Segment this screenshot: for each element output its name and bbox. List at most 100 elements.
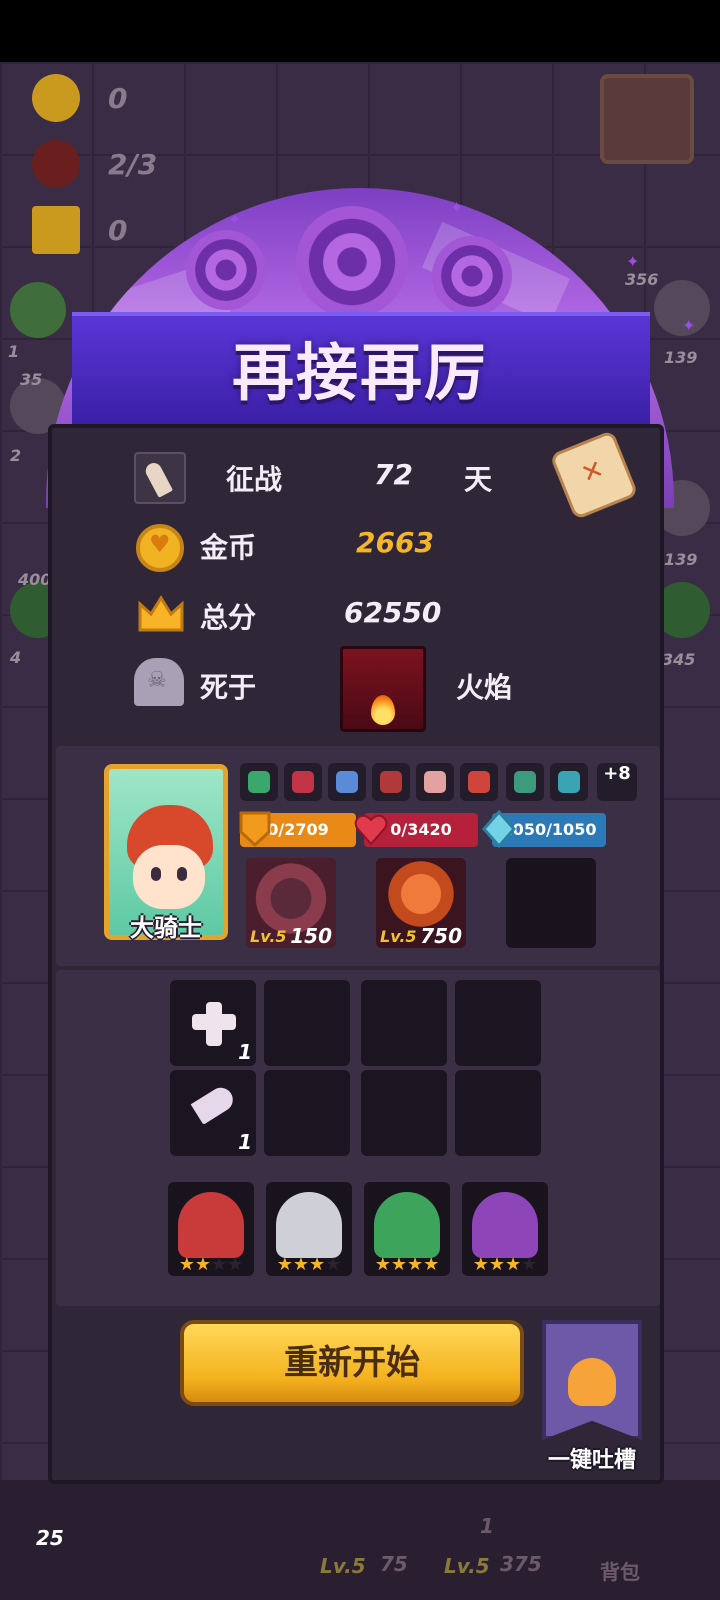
relic-icon bbox=[248, 771, 270, 793]
ally-card[interactable]: ★★★★ bbox=[168, 1182, 254, 1276]
relic-slot[interactable] bbox=[328, 763, 366, 801]
death-cause-tile bbox=[340, 646, 426, 732]
death-label: 死于 bbox=[200, 671, 257, 704]
inventory-slot[interactable] bbox=[455, 1070, 541, 1156]
bg-stat-demon: 2/3 bbox=[108, 148, 158, 181]
hero-name: 大骑士 bbox=[130, 914, 202, 942]
side-number: 139 bbox=[664, 550, 698, 569]
gold-value: 2663 bbox=[356, 526, 434, 559]
dock-mid-level: Lv.5 bbox=[320, 1554, 366, 1578]
score-value: 62550 bbox=[344, 596, 442, 629]
knife-icon bbox=[190, 1083, 238, 1125]
relic-slot[interactable] bbox=[460, 763, 498, 801]
ally-card[interactable]: ★★★★ bbox=[462, 1182, 548, 1276]
relic-icon bbox=[468, 771, 490, 793]
shield-icon bbox=[239, 811, 271, 848]
chest-icon[interactable] bbox=[600, 74, 694, 164]
hero-portrait bbox=[133, 845, 205, 909]
bg-stat-gold: 0 bbox=[108, 82, 128, 115]
skill-value: 150 bbox=[290, 924, 332, 948]
ally-stars: ★★★★ bbox=[178, 1254, 244, 1275]
target-ring-icon bbox=[186, 230, 266, 310]
dock-right-count: 1 bbox=[480, 1514, 494, 1538]
diamond-icon bbox=[482, 810, 516, 848]
inventory-section bbox=[56, 970, 660, 1306]
restart-button[interactable]: 重新开始 bbox=[180, 1320, 524, 1406]
inventory-slot[interactable]: 1 bbox=[170, 980, 256, 1066]
relic-icon bbox=[424, 771, 446, 793]
page-title: 再接再厉 bbox=[231, 336, 488, 409]
dock-mid-value: 75 bbox=[380, 1552, 408, 1576]
ally-card[interactable]: ★★★★ bbox=[364, 1182, 450, 1276]
gold-coin-icon bbox=[136, 524, 184, 572]
heart-coin-icon bbox=[32, 74, 80, 122]
chat-bubble-icon bbox=[568, 1358, 616, 1406]
bag-label: 背包 bbox=[600, 1560, 640, 1584]
skill-value: 750 bbox=[420, 924, 462, 948]
inventory-slot[interactable] bbox=[264, 980, 350, 1066]
knight-helmet-icon bbox=[276, 1192, 342, 1258]
sparkle-icon: ✦ bbox=[450, 198, 464, 217]
inventory-slot[interactable] bbox=[361, 1070, 447, 1156]
target-ring-icon bbox=[296, 206, 408, 318]
side-number: 2 bbox=[10, 446, 22, 465]
ally-stars: ★★★★ bbox=[374, 1254, 440, 1275]
skill-slot[interactable]: Lv.5 150 bbox=[246, 858, 336, 948]
ally-stars: ★★★★ bbox=[276, 1254, 342, 1275]
relic-slot[interactable] bbox=[284, 763, 322, 801]
skill-slot[interactable]: Lv.5 750 bbox=[376, 858, 466, 948]
feedback-label[interactable]: 一键吐槽 bbox=[540, 1442, 644, 1474]
days-unit: 天 bbox=[464, 463, 493, 496]
days-value: 72 bbox=[374, 458, 413, 491]
demon-icon bbox=[32, 140, 80, 188]
dock-left-number: 25 bbox=[36, 1526, 64, 1550]
relic-icon bbox=[292, 771, 314, 793]
inventory-slot[interactable] bbox=[455, 980, 541, 1066]
relic-slot[interactable] bbox=[550, 763, 588, 801]
inventory-slot[interactable]: 1 bbox=[170, 1070, 256, 1156]
item-count: 1 bbox=[238, 1130, 252, 1154]
empty-skill-slot[interactable] bbox=[506, 858, 596, 948]
relics-more-button[interactable]: +8 bbox=[597, 763, 637, 801]
sword-icon bbox=[134, 452, 186, 504]
dock-right-value: 375 bbox=[500, 1552, 542, 1576]
gravestone-icon bbox=[134, 658, 184, 706]
relic-icon bbox=[380, 771, 402, 793]
relic-slot[interactable] bbox=[416, 763, 454, 801]
ally-stars: ★★★★ bbox=[472, 1254, 538, 1275]
relic-slot[interactable] bbox=[506, 763, 544, 801]
side-number: 345 bbox=[662, 650, 696, 669]
score-label: 总分 bbox=[200, 601, 257, 634]
bottom-dock: 25 Lv.5 75 Lv.5 375 1 背包 bbox=[0, 1480, 720, 1600]
target-ring-icon bbox=[432, 236, 512, 316]
dock-right-level: Lv.5 bbox=[444, 1554, 490, 1578]
days-label: 征战 bbox=[226, 463, 283, 496]
green-owl-icon bbox=[374, 1192, 440, 1258]
purple-reaper-icon bbox=[472, 1192, 538, 1258]
sparkle-icon: ✦ bbox=[626, 252, 640, 271]
bg-stat-crown: 0 bbox=[108, 214, 128, 247]
relic-icon bbox=[514, 771, 536, 793]
crown-icon bbox=[32, 206, 80, 254]
relic-slot[interactable] bbox=[240, 763, 278, 801]
cross-icon bbox=[192, 1002, 236, 1046]
side-number: 400 bbox=[18, 570, 52, 589]
inventory-slot[interactable] bbox=[361, 980, 447, 1066]
skill-level: Lv.5 bbox=[380, 927, 417, 946]
flame-icon bbox=[371, 695, 395, 725]
death-cause: 火焰 bbox=[456, 671, 513, 704]
ally-card[interactable]: ★★★★ bbox=[266, 1182, 352, 1276]
item-count: 1 bbox=[238, 1040, 252, 1064]
relic-icon bbox=[336, 771, 358, 793]
crown-icon bbox=[138, 595, 184, 632]
relic-slot[interactable] bbox=[372, 763, 410, 801]
gold-label: 金币 bbox=[200, 531, 257, 564]
side-number: 4 bbox=[10, 648, 22, 667]
skill-level: Lv.5 bbox=[250, 927, 287, 946]
inventory-slot[interactable] bbox=[264, 1070, 350, 1156]
sparkle-icon: ✦ bbox=[228, 210, 242, 229]
heart-icon bbox=[354, 814, 388, 846]
relic-icon bbox=[558, 771, 580, 793]
red-wizard-icon bbox=[178, 1192, 244, 1258]
side-number: 356 bbox=[625, 270, 659, 289]
